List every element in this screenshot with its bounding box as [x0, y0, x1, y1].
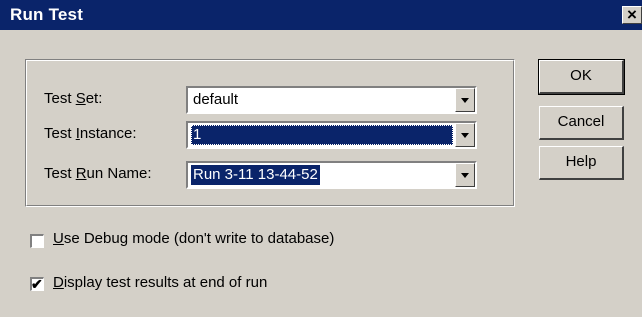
help-button[interactable]: Help [539, 146, 624, 180]
debug-mode-label[interactable]: Use Debug mode (don't write to database) [53, 230, 334, 247]
test-run-name-combobox[interactable]: Run 3-11 13-44-52 [186, 161, 477, 189]
test-instance-value: 1 [191, 125, 453, 145]
test-run-name-label: Test Run Name: [44, 165, 152, 182]
test-set-combobox[interactable]: default [186, 86, 477, 114]
test-set-label: Test Set: [44, 90, 103, 107]
title-bar[interactable]: Run Test × [0, 0, 642, 30]
close-icon: × [627, 5, 637, 24]
display-results-label[interactable]: Display test results at end of run [53, 274, 267, 291]
cancel-button[interactable]: Cancel [539, 106, 624, 140]
ok-button[interactable]: OK [538, 59, 625, 95]
test-set-dropdown-arrow-icon[interactable] [455, 88, 475, 112]
test-instance-dropdown-arrow-icon[interactable] [455, 123, 475, 147]
test-instance-combobox[interactable]: 1 [186, 121, 477, 149]
debug-mode-checkbox[interactable] [30, 234, 44, 248]
close-button[interactable]: × [622, 5, 642, 24]
display-results-checkbox[interactable]: ✔ [30, 276, 44, 292]
test-set-value: default [193, 91, 239, 108]
test-run-name-dropdown-arrow-icon[interactable] [455, 163, 475, 187]
test-instance-label: Test Instance: [44, 125, 137, 142]
test-run-name-value[interactable]: Run 3-11 13-44-52 [191, 165, 320, 185]
checkmark-icon: ✔ [31, 276, 43, 292]
window-title: Run Test [10, 5, 84, 24]
